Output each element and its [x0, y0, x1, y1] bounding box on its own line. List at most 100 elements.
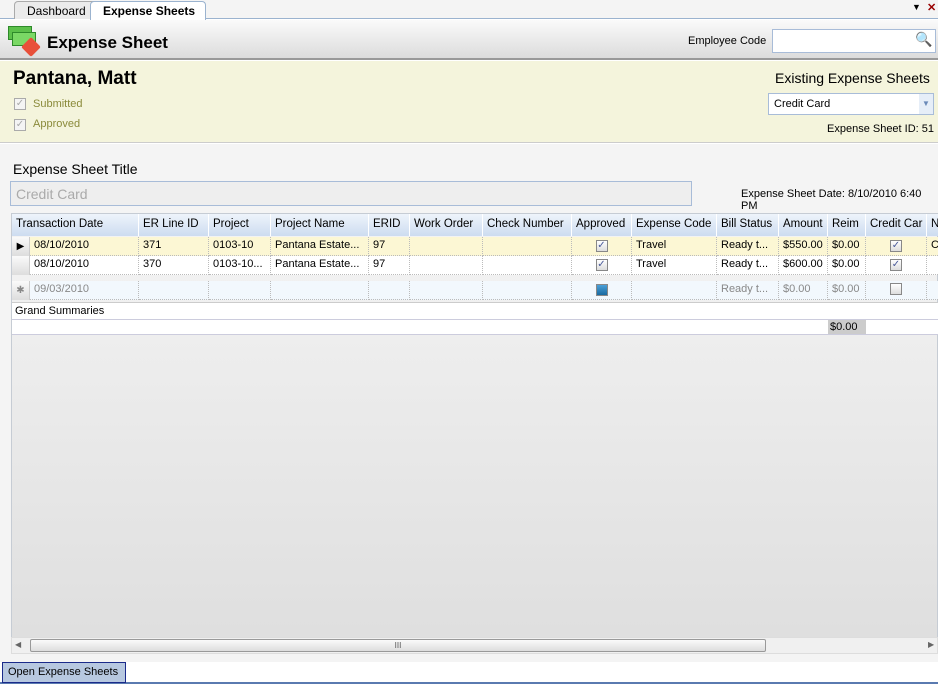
column-header[interactable]: Check Number [483, 214, 572, 236]
checkbox-icon[interactable]: ✓ [890, 259, 902, 271]
tab-dashboard[interactable]: Dashboard [14, 1, 97, 19]
cell-text: 08/10/2010 [34, 258, 90, 270]
cell-project-name[interactable]: Pantana Estate... [271, 237, 369, 256]
cell-project[interactable] [209, 281, 271, 300]
column-header[interactable]: N [927, 214, 938, 236]
cell-credit-car[interactable] [866, 281, 927, 300]
cell-text: $550.00 [783, 239, 823, 251]
column-header[interactable]: Project Name [271, 214, 369, 236]
cell-approved[interactable]: ✓ [572, 256, 632, 275]
cell-credit-car[interactable]: ✓ [866, 256, 927, 275]
close-icon[interactable]: ✕ [927, 1, 936, 14]
cell-credit-car[interactable]: ✓ [866, 237, 927, 256]
cell-work-order[interactable] [410, 281, 483, 300]
cell-text: 371 [143, 239, 162, 251]
scroll-right-icon[interactable]: ▶ [928, 640, 934, 649]
cell-n[interactable]: C [927, 237, 938, 256]
cell-transaction-date[interactable]: 08/10/2010 [30, 237, 139, 256]
table-row[interactable]: ✱ 09/03/2010 ■ Ready t... $0.00 $0.00 [12, 281, 938, 300]
expense-sheet-title-label: Expense Sheet Title [13, 161, 138, 177]
cell-text: Pantana Estate... [275, 239, 360, 251]
column-header[interactable]: Expense Code [632, 214, 717, 236]
existing-sheets-select[interactable]: Credit Card ▼ [768, 93, 934, 115]
table-row[interactable]: ▶ 08/10/2010 371 0103-10 Pantana Estate... 97… [12, 237, 938, 256]
cell-bill-status[interactable]: Ready t... [717, 281, 779, 300]
checkbox-icon[interactable]: ✓ [595, 240, 608, 252]
column-header[interactable]: Work Order [410, 214, 483, 236]
cell-erid[interactable]: 97 [369, 237, 410, 256]
cell-work-order[interactable] [410, 256, 483, 275]
cell-bill-status[interactable]: Ready t... [717, 256, 779, 275]
column-header[interactable]: Bill Status [717, 214, 779, 236]
cell-text: Ready t... [721, 239, 769, 251]
expense-sheet-title-input[interactable] [10, 181, 692, 206]
cell-work-order[interactable] [410, 237, 483, 256]
cell-project[interactable]: 0103-10... [209, 256, 271, 275]
cell-bill-status[interactable]: Ready t... [717, 237, 779, 256]
cell-expense-code[interactable] [632, 281, 717, 300]
cell-expense-code[interactable]: Travel [632, 237, 717, 256]
cell-check-number[interactable] [483, 256, 572, 275]
checkbox-icon[interactable]: ✓ [595, 259, 608, 271]
summary-row: $0.00 [12, 319, 938, 335]
submitted-label: Submitted [33, 98, 83, 110]
new-row-indicator[interactable]: ✱ [12, 281, 30, 300]
tab-menu-icon[interactable]: ▼ [912, 2, 921, 12]
cell-check-number[interactable] [483, 237, 572, 256]
cell-amount[interactable]: $550.00 [779, 237, 828, 256]
cell-er-line-id[interactable]: 371 [139, 237, 209, 256]
open-expense-sheets-tab[interactable]: Open Expense Sheets [2, 662, 126, 683]
cell-project-name[interactable] [271, 281, 369, 300]
cell-er-line-id[interactable] [139, 281, 209, 300]
column-header[interactable]: Reim [828, 214, 866, 236]
cell-n[interactable] [927, 256, 938, 275]
table-row[interactable]: 08/10/2010 370 0103-10... Pantana Estate...… [12, 256, 938, 275]
column-header[interactable]: ERID [369, 214, 410, 236]
cell-n[interactable] [927, 281, 938, 300]
cell-expense-code[interactable]: Travel [632, 256, 717, 275]
cell-reim[interactable]: $0.00 [828, 237, 866, 256]
column-header[interactable]: ER Line ID [139, 214, 209, 236]
cell-project-name[interactable]: Pantana Estate... [271, 256, 369, 275]
checkbox-icon[interactable]: ✓ [890, 240, 902, 252]
employee-info-panel: Pantana, Matt ✓ Submitted ✓ Approved Exi… [0, 61, 938, 143]
cell-amount[interactable]: $600.00 [779, 256, 828, 275]
cell-transaction-date[interactable]: 08/10/2010 [30, 256, 139, 275]
checkbox-icon[interactable] [890, 283, 902, 295]
column-header[interactable]: Credit Car [866, 214, 927, 236]
approved-checkbox[interactable]: ✓ [14, 118, 26, 131]
cell-text: Travel [636, 239, 667, 251]
cell-amount[interactable]: $0.00 [779, 281, 828, 300]
cell-text: Ready t... [721, 258, 769, 270]
search-icon[interactable]: 🔍 [915, 31, 932, 48]
reim-total: $0.00 [828, 320, 866, 334]
cell-text: $0.00 [832, 283, 860, 295]
cell-reim[interactable]: $0.00 [828, 281, 866, 300]
column-header[interactable]: Transaction Date [12, 214, 139, 236]
current-row-indicator[interactable]: ▶ [12, 237, 30, 256]
cell-reim[interactable]: $0.00 [828, 256, 866, 275]
chevron-down-icon[interactable]: ▼ [919, 94, 933, 114]
cell-check-number[interactable] [483, 281, 572, 300]
horizontal-scrollbar[interactable]: ◀ III ▶ [11, 637, 938, 654]
cell-er-line-id[interactable]: 370 [139, 256, 209, 275]
submitted-checkbox[interactable]: ✓ [14, 97, 26, 110]
tab-expense-sheets[interactable]: Expense Sheets [90, 1, 207, 20]
cell-erid[interactable] [369, 281, 410, 300]
column-header[interactable]: Amount [779, 214, 828, 236]
tab-bar: Dashboard Expense Sheets ▼ ✕ [0, 0, 938, 20]
cell-project[interactable]: 0103-10 [209, 237, 271, 256]
row-selector[interactable] [12, 256, 30, 275]
scrollbar-thumb[interactable]: III [30, 639, 766, 652]
employee-code-input[interactable] [772, 29, 936, 53]
column-header[interactable]: Project [209, 214, 271, 236]
checkbox-icon[interactable]: ■ [595, 284, 608, 296]
scroll-left-icon[interactable]: ◀ [15, 640, 21, 649]
cell-text: Pantana Estate... [275, 258, 360, 270]
cell-approved[interactable]: ✓ [572, 237, 632, 256]
cell-transaction-date[interactable]: 09/03/2010 [30, 281, 139, 300]
cell-text: 97 [373, 239, 386, 251]
cell-approved[interactable]: ■ [572, 281, 632, 300]
cell-erid[interactable]: 97 [369, 256, 410, 275]
column-header[interactable]: Approved [572, 214, 632, 236]
